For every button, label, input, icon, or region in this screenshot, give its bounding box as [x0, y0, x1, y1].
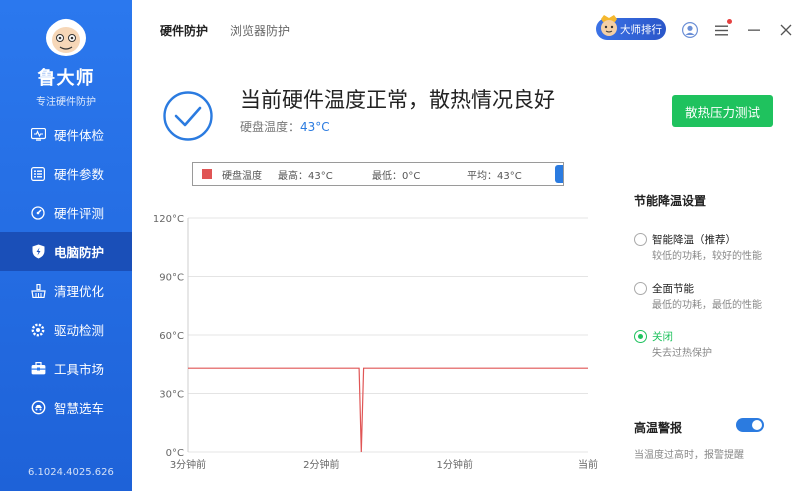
- user-avatar-icon[interactable]: [680, 20, 700, 40]
- crown-avatar-icon: [598, 12, 620, 38]
- temperature-chart: 120°C 90°C 60°C 30°C 0°C3分钟前 2分钟前 1分钟前 当前: [153, 214, 598, 471]
- sidebar-item-cleanup[interactable]: 清理优化: [0, 271, 132, 310]
- sidebar-item-label: 硬件评测: [54, 206, 105, 221]
- sidebar-item-label: 智慧选车: [54, 401, 105, 416]
- high-temp-alert-title: 高温警报: [634, 421, 683, 435]
- sidebar-item-hardware-check[interactable]: 硬件体检: [0, 115, 132, 154]
- legend-avg: 平均：43°C: [467, 170, 522, 182]
- app-logo: 鲁大师 专注硬件防护: [0, 14, 132, 108]
- broom-icon: [30, 283, 46, 299]
- series-line-disk-temp: [188, 367, 588, 453]
- sidebar-item-hardware-params[interactable]: 硬件参数: [0, 154, 132, 193]
- option-label: 关闭: [652, 331, 673, 343]
- legend-scroll-button[interactable]: [555, 165, 563, 183]
- option-desc: 失去过热保护: [652, 348, 712, 359]
- status-ok-check-icon: [162, 90, 214, 142]
- y-tick-label: 120°C: [153, 214, 184, 225]
- sidebar-item-pc-protection[interactable]: 电脑防护: [0, 232, 132, 271]
- legend-series-name: 硬盘温度: [222, 170, 262, 182]
- disk-temp-label: 硬盘温度：: [240, 120, 301, 134]
- notification-dot: [727, 19, 732, 24]
- sidebar-item-driver-check[interactable]: 驱动检测: [0, 310, 132, 349]
- stress-test-button[interactable]: 散热压力测试: [672, 95, 773, 127]
- y-tick-label: 90°C: [159, 273, 184, 284]
- x-tick-label: 1分钟前: [436, 458, 472, 471]
- sidebar-nav: 硬件体检 硬件参数 硬件评测 电脑防护 清理优化 驱动检测 工具市场 智慧选车: [0, 115, 132, 427]
- sidebar-item-tool-market[interactable]: 工具市场: [0, 349, 132, 388]
- mascot-logo-icon: [40, 14, 92, 58]
- sidebar-item-label: 电脑防护: [54, 245, 105, 260]
- x-tick-label: 3分钟前: [170, 458, 206, 471]
- legend-max: 最高：43°C: [278, 170, 333, 182]
- legend-swatch: [202, 169, 212, 179]
- sidebar-item-hardware-bench[interactable]: 硬件评测: [0, 193, 132, 232]
- gear-icon: [30, 322, 46, 338]
- energy-settings-title: 节能降温设置: [634, 194, 707, 208]
- option-label: 智能降温（推荐）: [652, 234, 736, 246]
- sidebar: 鲁大师 专注硬件防护 硬件体检 硬件参数 硬件评测 电脑防护 清理优化 驱动检测…: [0, 0, 132, 491]
- app-subtitle: 专注硬件防护: [36, 97, 96, 108]
- disk-temp-line: 硬盘温度：43°C: [240, 118, 330, 135]
- option-desc: 最低的功耗，最低的性能: [652, 300, 762, 311]
- high-temp-alert-toggle[interactable]: [736, 418, 764, 432]
- radio-off[interactable]: [634, 330, 647, 343]
- toolbox-icon: [30, 361, 46, 377]
- sidebar-item-label: 硬件体检: [54, 128, 105, 143]
- sidebar-item-label: 硬件参数: [54, 167, 105, 182]
- x-tick-label: 2分钟前: [303, 458, 339, 471]
- radio-full-saving[interactable]: [634, 282, 647, 295]
- menu-icon[interactable]: [712, 19, 732, 40]
- option-label: 全面节能: [652, 283, 694, 295]
- sidebar-item-smart-car[interactable]: 智慧选车: [0, 388, 132, 427]
- y-tick-label: 0°C: [166, 448, 184, 459]
- radio-smart-cooling[interactable]: [634, 233, 647, 246]
- status-title: 当前硬件温度正常，散热情况良好: [240, 88, 555, 112]
- app-name: 鲁大师: [37, 68, 95, 89]
- option-desc: 较低的功耗，较好的性能: [652, 251, 762, 262]
- version-text: 6.1024.4025.626: [28, 467, 114, 478]
- high-temp-alert-desc: 当温度过高时，报警提醒: [634, 450, 744, 461]
- sidebar-item-label: 工具市场: [54, 362, 105, 377]
- list-icon: [30, 166, 46, 182]
- top-tabs: 硬件防护 浏览器防护: [160, 22, 290, 39]
- minimize-icon[interactable]: [744, 20, 764, 40]
- car-icon: [30, 400, 46, 416]
- monitor-pulse-icon: [30, 127, 46, 143]
- rank-button[interactable]: 大师排行: [596, 15, 666, 40]
- disk-temp-value: 43°C: [300, 120, 330, 134]
- close-icon[interactable]: [776, 20, 796, 40]
- tab-hardware-protection[interactable]: 硬件防护: [160, 22, 208, 39]
- gauge-icon: [30, 205, 46, 221]
- tab-browser-protection[interactable]: 浏览器防护: [230, 22, 290, 39]
- shield-icon: [30, 244, 46, 260]
- sidebar-item-label: 清理优化: [54, 284, 105, 299]
- chart-legend: 硬盘温度 最高：43°C 最低：0°C 平均：43°C: [192, 162, 564, 186]
- window-controls: [680, 19, 800, 40]
- rank-label: 大师排行: [620, 23, 662, 36]
- sidebar-item-label: 驱动检测: [54, 323, 105, 338]
- y-tick-label: 60°C: [159, 331, 184, 342]
- legend-min: 最低：0°C: [372, 170, 421, 182]
- x-tick-label: 当前: [578, 458, 598, 471]
- y-tick-label: 30°C: [159, 390, 184, 401]
